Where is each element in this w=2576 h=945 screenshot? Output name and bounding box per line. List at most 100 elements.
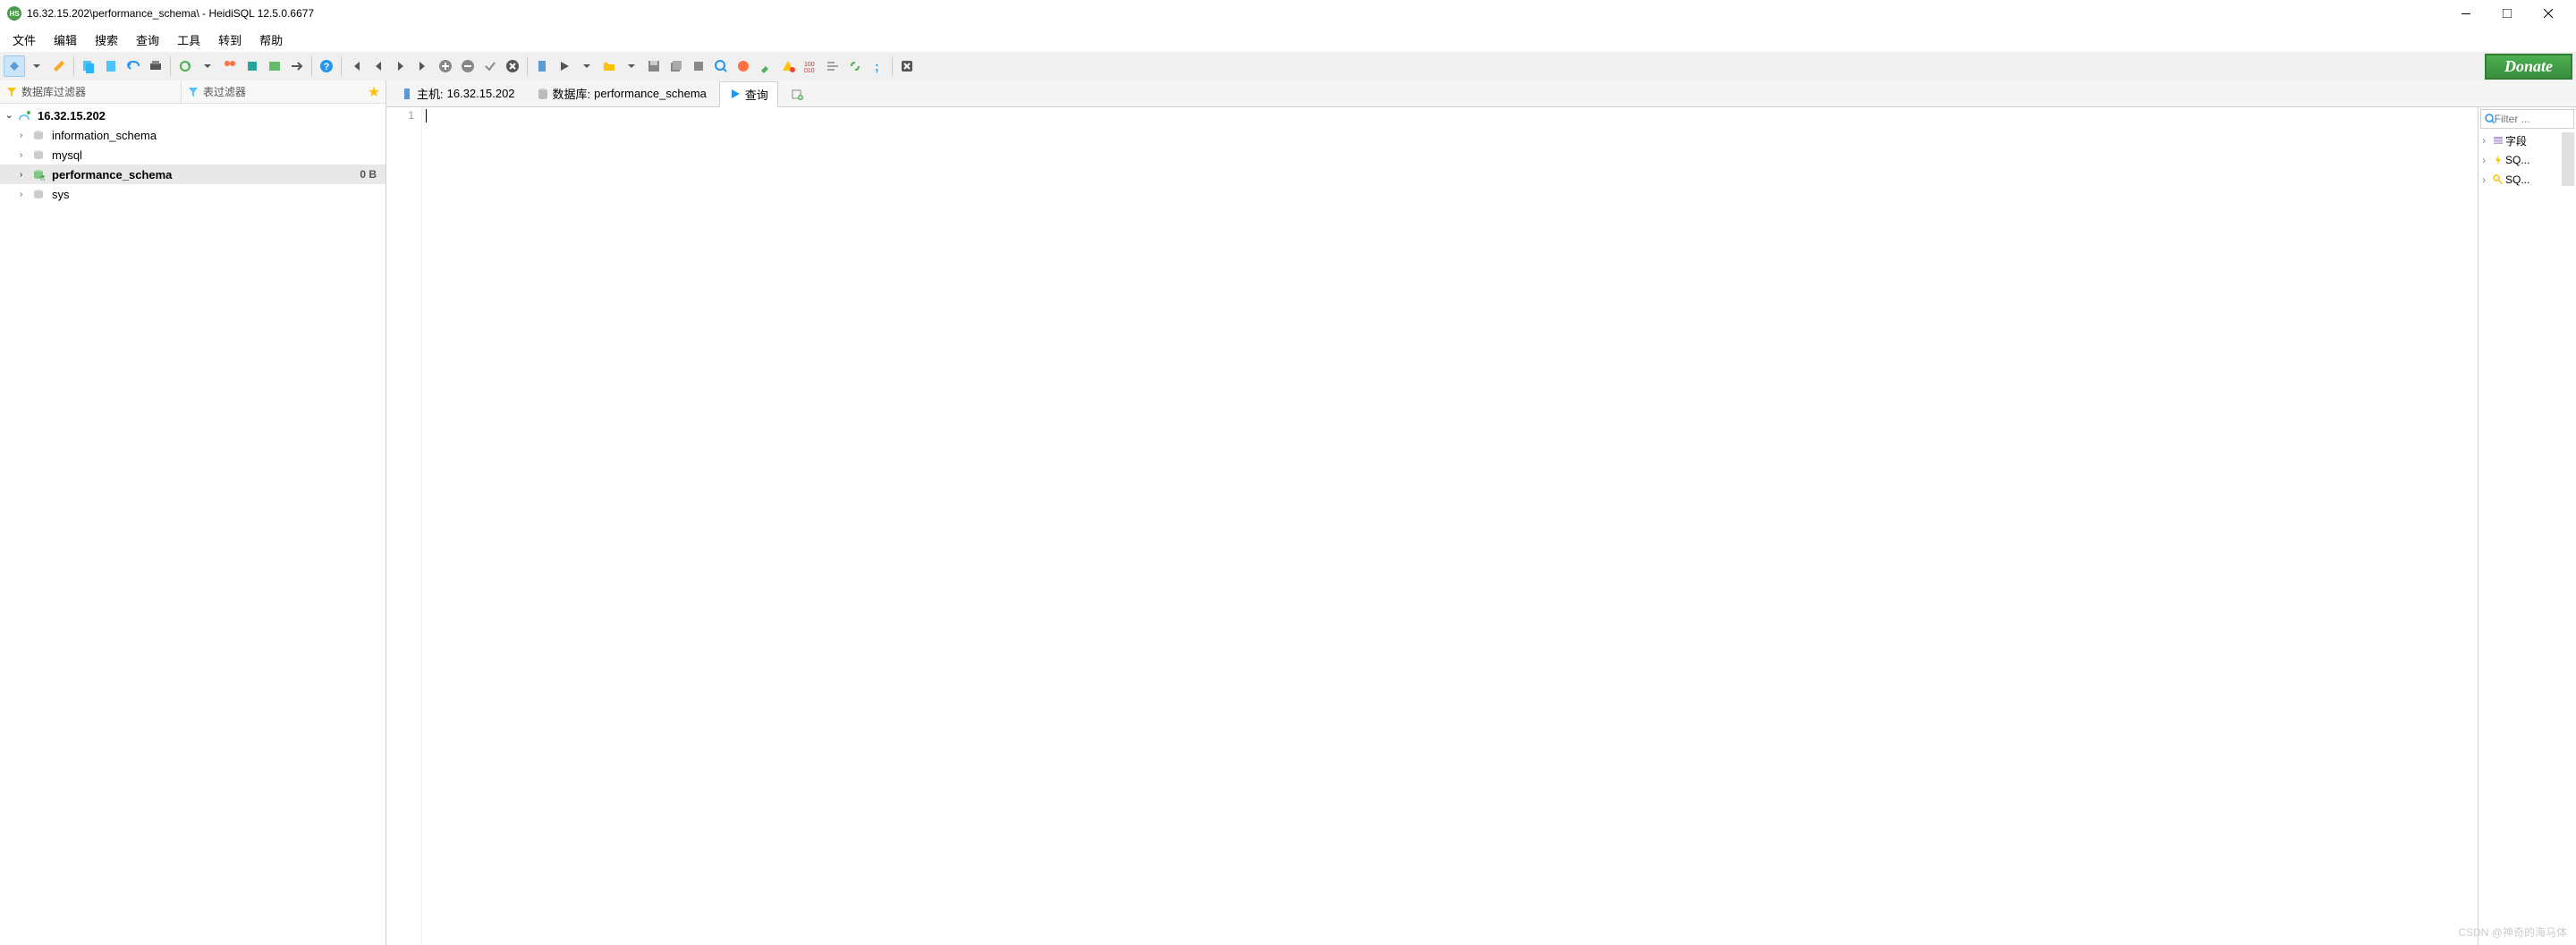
brush-button[interactable] [755,55,776,77]
export-button[interactable] [242,55,263,77]
delete-button[interactable] [457,55,479,77]
prev-button[interactable] [368,55,389,77]
tree-db-item[interactable]: › performance_schema 0 B [0,165,386,184]
menu-search[interactable]: 搜索 [86,28,127,52]
donate-button[interactable]: Donate [2485,54,2572,80]
database-icon [537,88,549,100]
last-button[interactable] [412,55,434,77]
helper-item-sql-keywords[interactable]: › SQ... [2479,170,2562,190]
color-button[interactable] [733,55,754,77]
chevron-right-icon: › [20,190,32,199]
helper-item-columns[interactable]: › 字段 [2479,131,2562,150]
filter-icon [187,86,199,98]
tree-db-item[interactable]: › mysql [0,145,386,165]
tab-db-value: performance_schema [594,87,707,100]
refresh-icon [178,59,192,73]
minimize-button[interactable] [2445,0,2487,27]
helper-item-sql-functions[interactable]: › SQ... [2479,150,2562,170]
first-button[interactable] [345,55,367,77]
add-button[interactable] [435,55,456,77]
users-button[interactable] [219,55,241,77]
play-icon [729,88,741,100]
helper-scrollbar[interactable] [2562,132,2574,186]
close-button[interactable] [2528,0,2569,27]
paste-button[interactable] [100,55,122,77]
tree-db-item[interactable]: › sys [0,184,386,204]
warning-button[interactable] [777,55,799,77]
tree-db-item[interactable]: › information_schema [0,125,386,145]
indent-button[interactable] [822,55,843,77]
table-filter-label: 表过滤器 [203,84,246,99]
folder-button[interactable] [598,55,620,77]
disconnect-button[interactable] [48,55,70,77]
server-icon [535,59,549,73]
main-area: 数据库过滤器 表过滤器 ★ ⌄ 16.32.15.202 › informati… [0,80,2576,945]
print-button[interactable] [145,55,166,77]
database-icon [32,168,48,181]
server-button[interactable] [531,55,553,77]
toolbar-separator [527,56,528,76]
run-dropdown[interactable] [576,55,597,77]
menu-file[interactable]: 文件 [4,28,45,52]
chevron-right-icon: › [20,150,32,160]
minus-icon [461,59,475,73]
refresh-button[interactable] [174,55,196,77]
code-area[interactable] [422,107,2478,945]
db-filter[interactable]: 数据库过滤器 [0,80,182,103]
sql-editor[interactable]: 1 [386,107,2478,945]
menu-tools[interactable]: 工具 [168,28,209,52]
menu-goto[interactable]: 转到 [209,28,250,52]
editor-area: 1 › 字段 › [386,107,2576,945]
binary-button[interactable]: 100010 [800,55,821,77]
copy-icon [81,59,96,73]
db-name: performance_schema [52,168,172,181]
tab-database[interactable]: 数据库: performance_schema [528,81,716,105]
apply-button[interactable] [479,55,501,77]
save-button[interactable] [643,55,665,77]
menu-edit[interactable]: 编辑 [45,28,86,52]
helper-filter[interactable] [2480,109,2574,129]
link-icon [848,59,862,73]
csv-button[interactable] [264,55,285,77]
paste-icon [104,59,118,73]
table-filter[interactable]: 表过滤器 [182,80,362,103]
tree-server[interactable]: ⌄ 16.32.15.202 [0,105,386,125]
semicolon-button[interactable]: ; [867,55,888,77]
link-button[interactable] [844,55,866,77]
chevron-right-icon: › [20,131,32,140]
snippet-button[interactable] [688,55,709,77]
goto-button[interactable] [286,55,308,77]
helper-filter-input[interactable] [2495,113,2570,125]
tab-query[interactable]: 查询 [719,81,778,107]
host-icon [401,88,413,100]
window-title: 16.32.15.202\performance_schema\ - Heidi… [27,7,2445,20]
zoom-button[interactable] [710,55,732,77]
tab-new[interactable] [782,84,812,104]
undo-button[interactable] [123,55,144,77]
refresh-dropdown[interactable] [197,55,218,77]
database-icon [32,188,48,200]
copy-button[interactable] [78,55,99,77]
cancel-button[interactable] [502,55,523,77]
menu-query[interactable]: 查询 [127,28,168,52]
save-icon [647,59,661,73]
menu-help[interactable]: 帮助 [250,28,292,52]
connect-button[interactable] [4,55,25,77]
printer-icon [148,59,163,73]
binary-icon: 100010 [803,59,818,73]
connect-dropdown[interactable] [26,55,47,77]
db-filter-label: 数据库过滤器 [21,84,86,99]
saveall-button[interactable] [665,55,687,77]
favorite-button[interactable]: ★ [362,80,386,103]
next-button[interactable] [390,55,411,77]
db-name: sys [52,188,70,201]
chevron-right-icon: › [2482,154,2491,166]
helper-item-label: SQ... [2505,173,2529,186]
help-button[interactable]: ? [316,55,337,77]
folder-dropdown[interactable] [621,55,642,77]
close-icon [2544,9,2553,18]
stop-button[interactable] [896,55,918,77]
tab-host[interactable]: 主机: 16.32.15.202 [392,81,524,105]
run-button[interactable] [554,55,575,77]
maximize-button[interactable] [2487,0,2528,27]
